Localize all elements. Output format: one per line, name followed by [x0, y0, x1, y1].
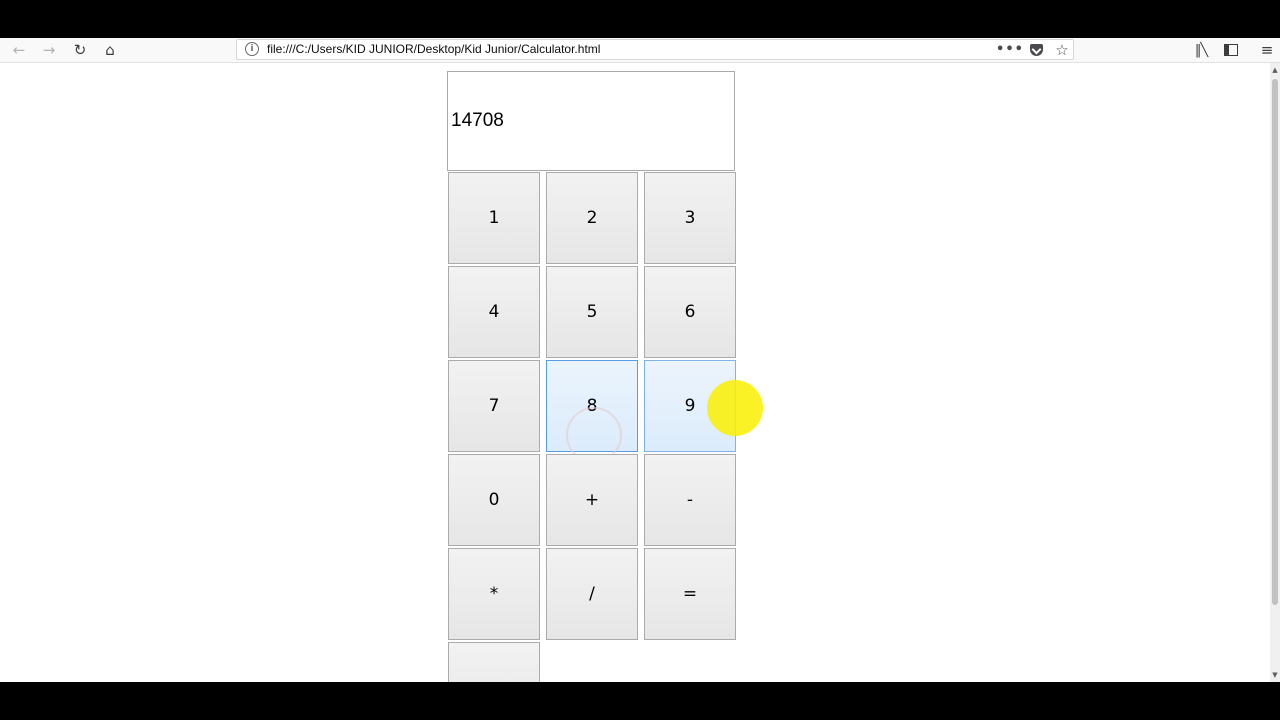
- url-bar[interactable]: i file:///C:/Users/KID JUNIOR/Desktop/Ki…: [236, 39, 1074, 60]
- library-icon[interactable]: ‖╲: [1190, 38, 1212, 62]
- video-letterbox-bottom: [0, 682, 1280, 720]
- scroll-up-arrow-icon[interactable]: ▲: [1270, 63, 1280, 77]
- key-0[interactable]: 0: [448, 454, 540, 546]
- calculator-display[interactable]: [447, 71, 735, 171]
- key-multiply[interactable]: *: [448, 548, 540, 640]
- scroll-down-arrow-icon[interactable]: ▼: [1270, 668, 1280, 682]
- more-dots-icon[interactable]: •••: [996, 40, 1023, 59]
- star-icon[interactable]: ☆: [1052, 40, 1072, 59]
- home-icon[interactable]: ⌂: [99, 38, 121, 62]
- key-5[interactable]: 5: [546, 266, 638, 358]
- vertical-scrollbar[interactable]: ▲ ▼: [1270, 63, 1280, 682]
- hamburger-menu-icon[interactable]: ≡: [1256, 38, 1278, 62]
- info-icon[interactable]: i: [245, 42, 259, 56]
- key-2[interactable]: 2: [546, 172, 638, 264]
- key-clear-partial[interactable]: [448, 642, 540, 682]
- page-content: 1 2 3 4 5 6 7 8 9 0 + - * / =: [0, 63, 1270, 682]
- scrollbar-thumb[interactable]: [1272, 79, 1278, 605]
- pocket-icon[interactable]: [1026, 40, 1046, 59]
- key-3[interactable]: 3: [644, 172, 736, 264]
- browser-toolbar: ← → ↻ ⌂ i file:///C:/Users/KID JUNIOR/De…: [0, 38, 1280, 63]
- forward-arrow-icon[interactable]: →: [38, 38, 60, 62]
- key-equals[interactable]: =: [644, 548, 736, 640]
- back-arrow-icon[interactable]: ←: [8, 38, 30, 62]
- key-1[interactable]: 1: [448, 172, 540, 264]
- key-plus[interactable]: +: [546, 454, 638, 546]
- key-divide[interactable]: /: [546, 548, 638, 640]
- key-4[interactable]: 4: [448, 266, 540, 358]
- reload-icon[interactable]: ↻: [69, 38, 91, 62]
- key-minus[interactable]: -: [644, 454, 736, 546]
- key-6[interactable]: 6: [644, 266, 736, 358]
- key-8[interactable]: 8: [546, 360, 638, 452]
- key-8-wrapper: 8: [546, 360, 638, 463]
- key-7[interactable]: 7: [448, 360, 540, 452]
- url-text[interactable]: file:///C:/Users/KID JUNIOR/Desktop/Kid …: [267, 40, 600, 59]
- video-letterbox-top: [0, 0, 1280, 38]
- cursor-highlight-icon: [707, 380, 763, 436]
- sidebar-icon[interactable]: [1220, 38, 1242, 62]
